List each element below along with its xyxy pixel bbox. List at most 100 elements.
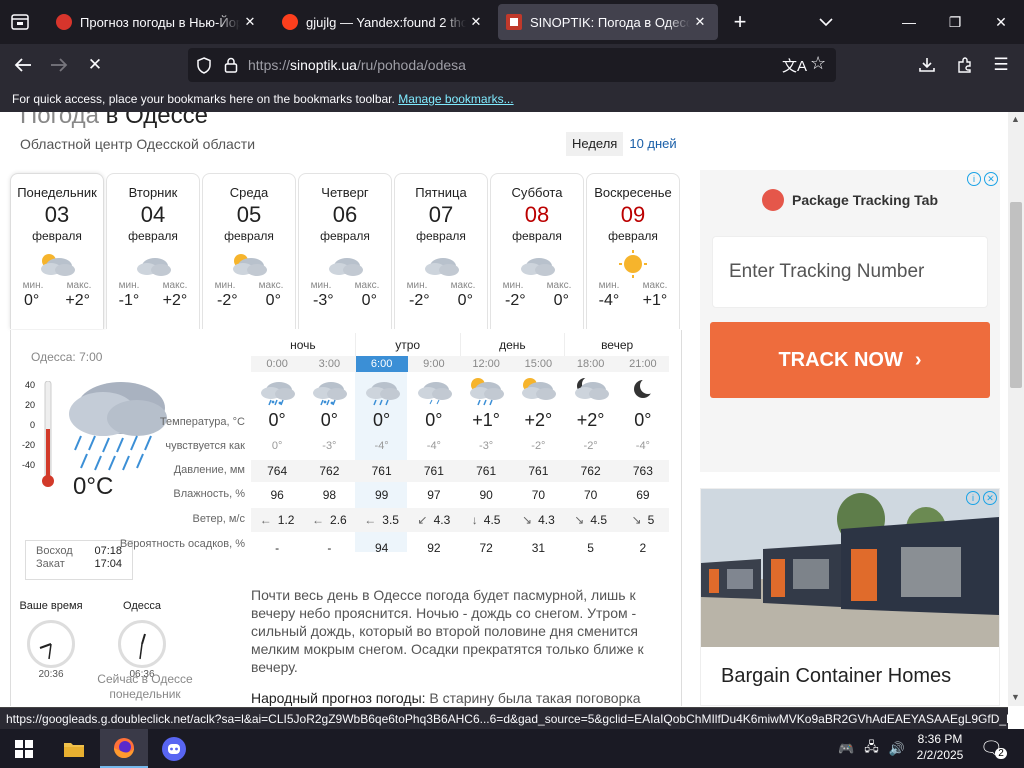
- extensions-icon[interactable]: [948, 48, 982, 82]
- precip-cell: 72: [479, 541, 493, 555]
- close-window-icon[interactable]: ✕: [978, 0, 1024, 44]
- max-label: макс.: [258, 280, 284, 291]
- tracking-number-input[interactable]: Enter Tracking Number: [712, 236, 988, 308]
- ad2-choices[interactable]: i ✕: [966, 491, 997, 505]
- precip-cell: 31: [531, 541, 546, 555]
- scrollbar-thumb[interactable]: [1010, 202, 1022, 388]
- forward-icon[interactable]: [42, 48, 76, 82]
- temperature-cell: 0°: [425, 410, 443, 430]
- feels-cell: -4°: [374, 440, 389, 452]
- tab-3[interactable]: SINOPTIK: Погода в Одессе. Прогноз ✕: [498, 4, 718, 40]
- day-tab-1[interactable]: Вторник 04 февраля мин. макс. -1° +2°: [106, 173, 200, 329]
- windows-taskbar: 🎮 🖧 🔊 8:36 PM 2/2/2025 🗨 2: [0, 729, 1024, 768]
- ad1-header: Package Tracking Tab: [700, 176, 1000, 224]
- notifications-icon[interactable]: 🗨 2: [980, 729, 1007, 768]
- sun-cloud-icon: [227, 248, 271, 278]
- humidity-cell: 98: [322, 488, 337, 502]
- day-tab-4[interactable]: Пятница 07 февраля мин. макс. -2° 0°: [394, 173, 488, 329]
- day-month: февраля: [32, 229, 82, 243]
- day-tab-3[interactable]: Четверг 06 февраля мин. макс. -3° 0°: [298, 173, 392, 329]
- url-text[interactable]: https://sinoptik.ua/ru/pohoda/odesa: [248, 57, 466, 73]
- pressure-cell: 761: [371, 464, 392, 478]
- day-max-temp: 0°: [457, 292, 473, 309]
- min-label: мин.: [118, 280, 140, 291]
- wind-cell: ↘ 4.5: [565, 513, 617, 532]
- wind-direction-icon: ↘: [631, 513, 642, 527]
- day-name: Среда: [229, 185, 269, 200]
- now-caption: Сейчас в Одессе понедельник: [97, 672, 193, 701]
- ad2-close-icon[interactable]: ✕: [983, 491, 997, 505]
- pressure-cell: 761: [423, 464, 444, 478]
- status-link-url: https://googleads.g.doubleclick.net/aclk…: [0, 707, 1008, 729]
- tab-2-favicon: [282, 14, 298, 30]
- day-tab-0[interactable]: Понедельник 03 февраля мин. макс. 0° +2°: [10, 173, 104, 329]
- folk-forecast: Народный прогноз погоды: В старину была …: [251, 689, 661, 706]
- temperature-cell: +2°: [524, 410, 553, 430]
- precip-cell: -: [327, 541, 332, 555]
- temperature-cell: 0°: [268, 410, 286, 430]
- ad2-info-icon[interactable]: i: [966, 491, 980, 505]
- day-tab-6[interactable]: Воскресенье 09 февраля мин. макс. -4° +1°: [586, 173, 680, 329]
- ad-package-tracking[interactable]: i ✕ Package Tracking Tab Enter Tracking N…: [700, 170, 1000, 472]
- list-tabs-icon[interactable]: [806, 0, 846, 44]
- city-time-clock: Одесса 06:36: [107, 600, 177, 680]
- downloads-icon[interactable]: [910, 48, 944, 82]
- sunset-label: Закат: [36, 558, 65, 570]
- scroll-up-icon[interactable]: ▲: [1011, 114, 1020, 124]
- bookmark-star-icon[interactable]: ☆: [810, 53, 826, 74]
- precip-cell: 2: [639, 541, 647, 555]
- tracking-protection-icon[interactable]: [196, 57, 212, 74]
- manage-bookmarks-link[interactable]: Manage bookmarks...: [398, 92, 513, 106]
- bookmarks-toolbar: For quick access, place your bookmarks h…: [0, 86, 1024, 112]
- tab-1[interactable]: Прогноз погоды в Нью-Йорке ✕: [48, 4, 268, 40]
- day-tab-2[interactable]: Среда 05 февраля мин. макс. -2° 0°: [202, 173, 296, 329]
- day-max-temp: 0°: [553, 292, 569, 309]
- wind-speed: 5: [647, 513, 655, 527]
- discord-tray-icon[interactable]: 🎮: [838, 741, 854, 757]
- close-tab-2-icon[interactable]: ✕: [466, 14, 486, 30]
- pressure-row: 764 762 761 761 761 761 762 763: [251, 460, 669, 482]
- restore-icon[interactable]: ❐: [932, 0, 978, 44]
- back-icon[interactable]: [6, 48, 40, 82]
- tab-2[interactable]: gjujlg — Yandex:found 2 thousand results…: [274, 4, 494, 40]
- discord-icon[interactable]: [150, 729, 198, 768]
- day-name: Воскресенье: [594, 185, 672, 200]
- cloud-icon: [515, 248, 559, 278]
- scroll-down-icon[interactable]: ▼: [1011, 692, 1020, 702]
- taskbar-clock[interactable]: 8:36 PM 2/2/2025: [910, 731, 970, 763]
- lock-icon[interactable]: [224, 57, 238, 73]
- file-explorer-icon[interactable]: [50, 729, 98, 768]
- ad1-title: Package Tracking Tab: [791, 192, 939, 208]
- volume-icon[interactable]: 🔊: [889, 741, 905, 757]
- minimize-icon[interactable]: —: [886, 0, 932, 44]
- close-tab-1-icon[interactable]: ✕: [240, 14, 260, 30]
- firefox-icon[interactable]: [100, 729, 148, 768]
- app-menu-icon[interactable]: ☰: [984, 48, 1018, 82]
- day-name: Четверг: [321, 185, 369, 200]
- period-week-tab[interactable]: Неделя: [566, 132, 624, 156]
- weather-description: Почти весь день в Одессе погода будет па…: [251, 587, 644, 675]
- period-10-days-tab[interactable]: 10 дней: [623, 132, 682, 156]
- network-icon[interactable]: 🖧: [864, 738, 879, 760]
- new-tab-icon[interactable]: +: [720, 0, 760, 44]
- day-month: февраля: [608, 229, 658, 243]
- wind-direction-icon: ←: [312, 513, 325, 527]
- wind-direction-icon: ←: [259, 513, 272, 527]
- day-max-temp: +2°: [65, 292, 90, 309]
- day-max-temp: +2°: [162, 292, 188, 309]
- wind-cell: ↘ 4.3: [512, 513, 564, 532]
- hour-cell: 15:00: [512, 356, 565, 372]
- address-bar[interactable]: https://sinoptik.ua/ru/pohoda/odesa 文A ☆: [188, 48, 836, 82]
- start-windows-icon[interactable]: [0, 729, 48, 768]
- ad-container-homes[interactable]: i ✕ Bargain Container Homes: [700, 488, 1000, 706]
- stop-loading-icon[interactable]: ✕: [78, 48, 112, 82]
- hours-row: 0:00 3:00 6:00 9:00 12:00 15:00 18:00 21:00: [251, 356, 669, 372]
- day-tab-5[interactable]: Суббота 08 февраля мин. макс. -2° 0°: [490, 173, 584, 329]
- tab-overview-icon[interactable]: [0, 0, 40, 44]
- close-tab-3-icon[interactable]: ✕: [690, 14, 710, 30]
- day-date: 09: [620, 202, 646, 227]
- notifications-count: 2: [995, 748, 1007, 759]
- translate-icon[interactable]: 文A: [782, 55, 807, 76]
- day-name: Понедельник: [17, 185, 97, 200]
- track-now-button[interactable]: TRACK NOW ›: [710, 322, 990, 398]
